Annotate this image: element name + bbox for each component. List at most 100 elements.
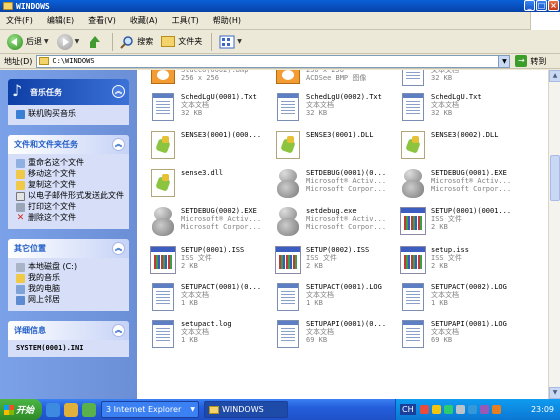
tray-volume-icon[interactable]: [491, 405, 501, 414]
file-item[interactable]: SETUPACT(0001).LOG 文本文档 1 KB: [274, 283, 398, 321]
file-item[interactable]: SENSE3(0001)(000...: [149, 131, 273, 169]
scroll-up-arrow-icon[interactable]: ▲: [549, 70, 560, 82]
menu-file[interactable]: 文件(F): [6, 15, 33, 26]
task-print[interactable]: 打印这个文件: [16, 202, 125, 212]
file-item[interactable]: SETUPACT(0002).LOG 文本文档 1 KB: [399, 283, 523, 321]
file-detail: Microsoft Corpor...: [306, 185, 387, 193]
minimize-button[interactable]: _: [524, 0, 535, 11]
go-button[interactable]: → 转到: [515, 55, 546, 67]
tray-app-icon[interactable]: [467, 405, 477, 414]
file-detail: 文本文档: [306, 328, 334, 336]
file-item[interactable]: sense3.dll: [149, 169, 273, 207]
music-tasks-header[interactable]: ♪ 音乐任务 ︽: [8, 79, 129, 105]
place-my-music[interactable]: 我的音乐: [16, 273, 125, 283]
file-item[interactable]: SchedLgU(0001).Txt 文本文档 32 KB: [149, 93, 273, 131]
file-item[interactable]: SETUP(0002).ISS ISS 文件 2 KB: [274, 246, 398, 284]
file-item[interactable]: SETDEBUG(0002).EXE Microsoft® Activ... Mic…: [149, 207, 273, 245]
tray-app-icon[interactable]: [431, 405, 441, 414]
file-item[interactable]: SETUPAPI(0001)(0... 文本文档 69 KB: [274, 320, 398, 358]
file-item[interactable]: SETDEBUG(0001).EXE Microsoft® Activ... Mic…: [399, 169, 523, 207]
vertical-scrollbar[interactable]: ▲ ▼: [548, 70, 560, 399]
collapse-chevron-icon[interactable]: ︽: [112, 324, 125, 337]
task-rename[interactable]: 重命名这个文件: [16, 158, 125, 168]
text-icon: [399, 70, 427, 88]
task-copy[interactable]: 复制这个文件: [16, 180, 125, 190]
windows-logo: [530, 12, 560, 30]
file-detail: 文本文档: [306, 291, 334, 299]
text-icon: [149, 93, 177, 123]
start-button[interactable]: 开始: [0, 399, 42, 420]
menu-favorites[interactable]: 收藏(A): [130, 15, 158, 26]
file-item[interactable]: SENSE3(0001).DLL: [274, 131, 398, 169]
ime-indicator[interactable]: CH: [400, 404, 416, 415]
place-local-disk[interactable]: 本地磁盘 (C:): [16, 262, 125, 272]
file-detail: 256 x 256: [181, 74, 219, 82]
file-detail: 32 KB: [181, 109, 203, 117]
up-folder-button[interactable]: [84, 32, 106, 52]
file-item[interactable]: SchedLgU.Txt 文本文档 32 KB: [399, 93, 523, 131]
task-delete[interactable]: ✕ 删除这个文件: [16, 213, 125, 223]
menu-view[interactable]: 查看(V): [88, 15, 116, 26]
chevron-down-icon[interactable]: ▼: [44, 38, 49, 45]
scroll-thumb[interactable]: [550, 155, 560, 201]
scroll-down-arrow-icon[interactable]: ▼: [549, 387, 560, 399]
folders-label: 文件夹: [178, 37, 203, 46]
folders-button[interactable]: 文件夹: [158, 32, 205, 52]
file-item[interactable]: SETUPACT(0001)(0... 文本文档 1 KB: [149, 283, 273, 321]
title-bar[interactable]: WINDOWS _ □ ×: [0, 0, 560, 12]
chevron-down-icon[interactable]: ▼: [75, 38, 80, 45]
file-list[interactable]: Santa FeStucco(0002).bmp256 x 256Santa F…: [137, 70, 548, 399]
file-item[interactable]: setupact.log 文本文档 1 KB: [149, 320, 273, 358]
file-name: SETUP(0001).ISS: [181, 246, 245, 254]
maximize-button[interactable]: □: [536, 0, 547, 11]
file-name: SETUPACT(0002).LOG: [431, 283, 507, 291]
collapse-chevron-icon[interactable]: ︽: [112, 138, 125, 151]
search-button[interactable]: 搜索: [117, 32, 156, 52]
file-item[interactable]: SchedLgU(0002).Txt 文本文档 32 KB: [274, 93, 398, 131]
file-tasks-panel: 文件和文件夹任务 ︽ 重命名这个文件 移动这个文件 复制这个文件 以电子邮件形式…: [8, 135, 129, 229]
menu-tools[interactable]: 工具(T): [172, 15, 199, 26]
tray-app-icon[interactable]: [443, 405, 453, 414]
details-header[interactable]: 详细信息 ︽: [8, 321, 129, 340]
ie-quicklaunch-icon[interactable]: [46, 402, 60, 417]
taskbar-windows-folder[interactable]: WINDOWS: [204, 401, 288, 418]
file-item[interactable]: SETUPAPI(0001).LOG 文本文档 69 KB: [399, 320, 523, 358]
file-item[interactable]: SENSE3(0002).DLL: [399, 131, 523, 169]
views-button[interactable]: ▼: [216, 32, 245, 52]
file-name: SETUPACT(0001).LOG: [306, 283, 382, 291]
clock: 23:09: [530, 405, 554, 414]
chevron-down-icon[interactable]: ▼: [498, 55, 510, 67]
place-my-computer[interactable]: 我的电脑: [16, 284, 125, 294]
file-item[interactable]: SETUP(0001).ISS ISS 文件 2 KB: [149, 246, 273, 284]
back-button[interactable]: 后退 ▼: [4, 32, 52, 52]
place-network[interactable]: 网上邻居: [16, 295, 125, 305]
desktop-quicklaunch-icon[interactable]: [82, 402, 96, 417]
tray-network-icon[interactable]: [455, 405, 465, 414]
chevron-down-icon[interactable]: ▼: [237, 38, 242, 45]
address-input[interactable]: C:\WINDOWS ▼: [36, 54, 511, 68]
file-tasks-header[interactable]: 文件和文件夹任务 ︽: [8, 135, 129, 154]
tray-app-icon[interactable]: [479, 405, 489, 414]
tray-app-icon[interactable]: [419, 405, 429, 414]
collapse-chevron-icon[interactable]: ︽: [112, 85, 125, 98]
collapse-chevron-icon[interactable]: ︽: [112, 242, 125, 255]
menu-help[interactable]: 帮助(H): [213, 15, 241, 26]
task-move[interactable]: 移动这个文件: [16, 169, 125, 179]
file-info: SETDEBUG(0001)(0... Microsoft® Activ... Mi…: [306, 169, 398, 207]
task-email[interactable]: 以电子邮件形式发送此文件: [16, 191, 125, 201]
media-quicklaunch-icon[interactable]: [64, 402, 78, 417]
file-name: SETUPAPI(0001).LOG: [431, 320, 507, 328]
forward-button[interactable]: ▼: [54, 32, 83, 52]
file-detail: Microsoft® Activ...: [431, 177, 512, 185]
file-item[interactable]: SETDEBUG(0001)(0... Microsoft® Activ... Mi…: [274, 169, 398, 207]
file-item[interactable]: setup.iss ISS 文件 2 KB: [399, 246, 523, 284]
file-item[interactable]: setdebug.exe Microsoft® Activ... Microsoft…: [274, 207, 398, 245]
taskbar-ie-group[interactable]: 3 Internet Explorer ▼: [101, 401, 199, 418]
file-item[interactable]: SETUP(0001)(0001... ISS 文件 2 KB: [399, 207, 523, 245]
menu-edit[interactable]: 编辑(E): [47, 15, 74, 26]
close-button[interactable]: ×: [548, 0, 559, 11]
address-bar: 地址(D) C:\WINDOWS ▼ → 转到: [0, 54, 560, 69]
task-label: 复制这个文件: [28, 180, 76, 189]
task-buy-music[interactable]: 联机购买音乐: [16, 109, 125, 119]
other-places-header[interactable]: 其它位置 ︽: [8, 239, 129, 258]
